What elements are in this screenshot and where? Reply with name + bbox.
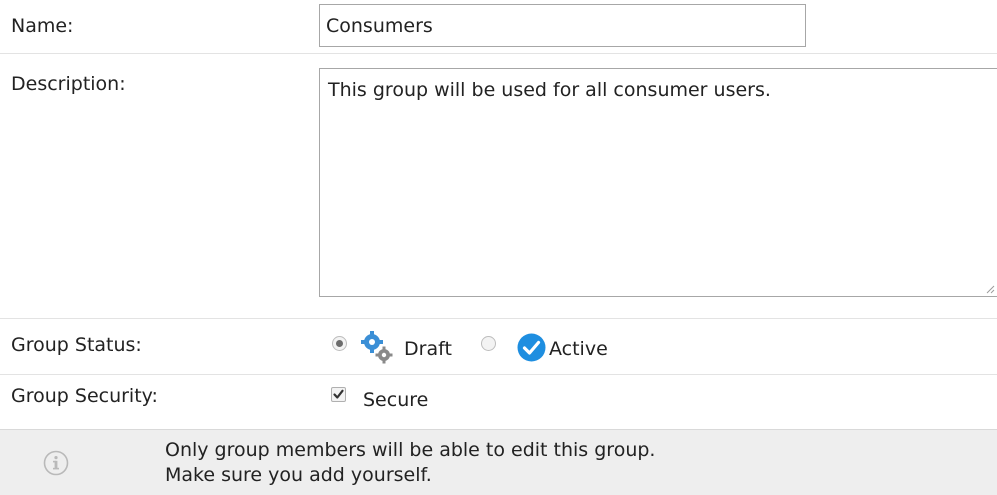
checkmark-icon xyxy=(333,389,344,399)
resize-grip-icon[interactable] xyxy=(985,284,995,294)
gears-icon xyxy=(361,331,393,364)
secure-checkbox[interactable] xyxy=(331,387,346,402)
draft-radio[interactable] xyxy=(332,336,347,351)
info-notice: Only group members will be able to edit … xyxy=(0,429,997,495)
checkmark-circle-icon xyxy=(517,333,546,362)
name-input[interactable] xyxy=(319,4,806,47)
divider xyxy=(0,318,997,319)
name-label: Name: xyxy=(11,15,74,37)
active-radio[interactable] xyxy=(481,336,496,351)
active-option-label[interactable]: Active xyxy=(549,337,608,361)
secure-option-label[interactable]: Secure xyxy=(363,388,428,412)
divider xyxy=(0,374,997,375)
info-icon xyxy=(43,450,69,476)
description-textarea[interactable]: This group will be used for all consumer… xyxy=(319,68,997,297)
group-security-label: Group Security: xyxy=(11,385,158,407)
draft-option-label[interactable]: Draft xyxy=(404,337,452,361)
notice-line-1: Only group members will be able to edit … xyxy=(165,439,656,461)
group-status-label: Group Status: xyxy=(11,334,142,356)
divider xyxy=(0,53,997,54)
description-label: Description: xyxy=(11,73,126,95)
notice-line-2: Make sure you add yourself. xyxy=(165,464,432,486)
